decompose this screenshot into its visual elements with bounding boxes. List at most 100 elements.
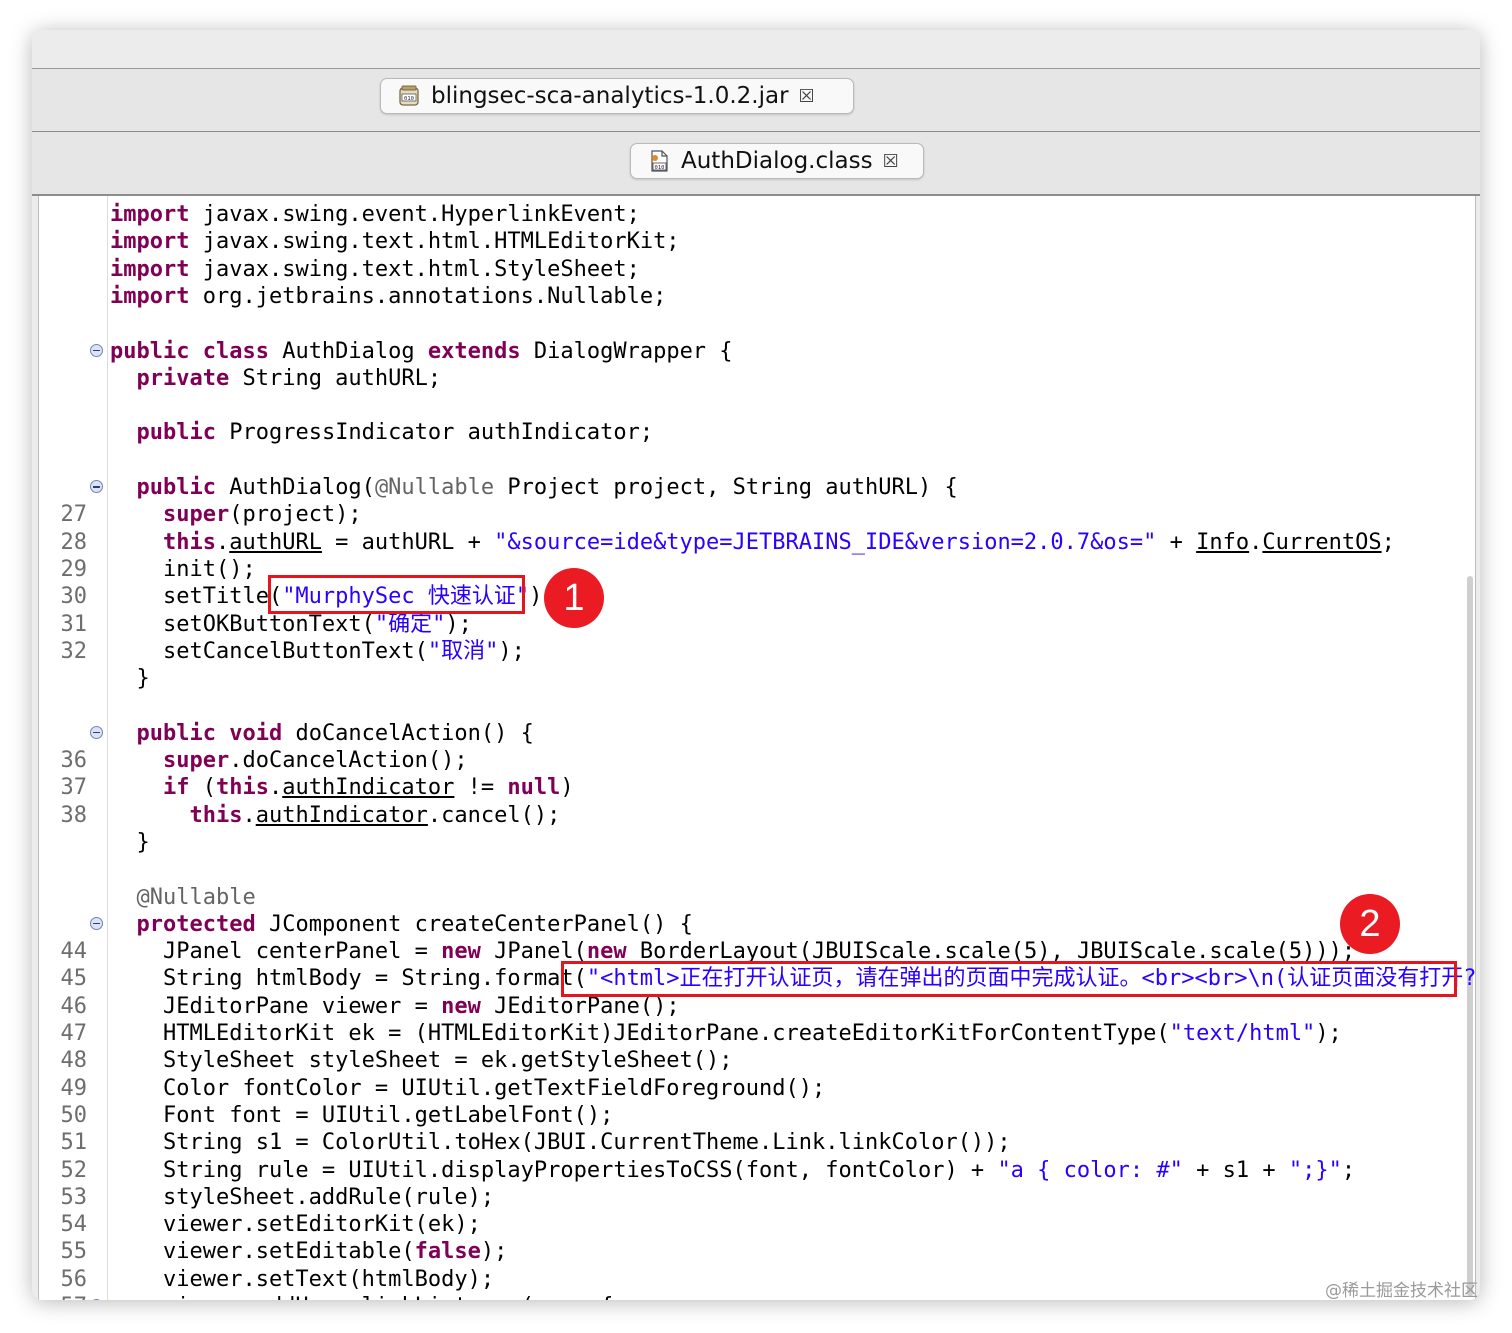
field-reference: authIndicator	[282, 775, 455, 801]
code-token: viewer.setEditorKit(ek);	[110, 1212, 481, 1238]
code-line[interactable]: 51 String s1 = ColorUtil.toHex(JBUI.Curr…	[39, 1129, 1475, 1156]
code-line[interactable]: 50 Font font = UIUtil.getLabelFont();	[39, 1102, 1475, 1129]
code-token: javax.swing.text.html.HTMLEditorKit;	[189, 229, 680, 255]
code-line[interactable]: public ProgressIndicator authIndicator;	[39, 419, 1475, 446]
line-number: 49	[60, 1075, 88, 1101]
code-line[interactable]: 49 Color fontColor = UIUtil.getTextField…	[39, 1075, 1475, 1102]
code-line[interactable]: 30 setTitle("MurphySec 快速认证");	[39, 583, 1475, 610]
code-text: }	[110, 829, 149, 856]
code-token: viewer.setEditable(	[110, 1239, 415, 1265]
string-literal: "取消"	[427, 638, 499, 664]
code-line[interactable]: import javax.swing.text.html.HTMLEditorK…	[39, 228, 1475, 255]
code-line[interactable]: private String authURL;	[39, 365, 1475, 392]
code-line[interactable]: 47 HTMLEditorKit ek = (HTMLEditorKit)JEd…	[39, 1020, 1475, 1047]
code-text: import javax.swing.text.html.HTMLEditorK…	[110, 228, 680, 255]
tab-authdialog-class[interactable]: 010 AuthDialog.class ☒	[630, 143, 924, 179]
close-icon[interactable]: ☒	[883, 151, 899, 172]
code-line[interactable]: 53 styleSheet.addRule(rule);	[39, 1184, 1475, 1211]
code-token: doCancelAction() {	[282, 720, 534, 746]
code-line[interactable]: 57 viewer.addHyperlinkListener(e -> {	[39, 1293, 1475, 1300]
code-line[interactable]: 52 String rule = UIUtil.displayPropertie…	[39, 1157, 1475, 1184]
code-token: = authURL +	[321, 529, 495, 555]
string-literal: "text/html"	[1169, 1021, 1316, 1046]
highlight-box-settitle	[268, 575, 525, 614]
code-line[interactable]: import org.jetbrains.annotations.Nullabl…	[39, 283, 1475, 310]
line-number: 56	[60, 1266, 88, 1292]
inner-tab-bar: 010 AuthDialog.class ☒	[32, 132, 1480, 196]
keyword-token: this	[215, 775, 269, 801]
field-reference: authIndicator	[255, 802, 428, 828]
code-line[interactable]: 28 this.authURL = authURL + "&source=ide…	[39, 529, 1475, 556]
code-line[interactable]: public void doCancelAction() {	[39, 720, 1475, 747]
keyword-token: new	[441, 939, 481, 965]
code-line[interactable]: 38 this.authIndicator.cancel();	[39, 802, 1475, 829]
code-text: this.authURL = authURL + "&source=ide&ty…	[110, 529, 1395, 556]
code-token: org.jetbrains.annotations.Nullable;	[189, 283, 667, 309]
code-text: viewer.setEditorKit(ek);	[110, 1211, 481, 1238]
tab-jar-label: blingsec-sca-analytics-1.0.2.jar	[431, 83, 789, 109]
code-token: String s1 = ColorUtil.toHex(JBUI.Current…	[110, 1130, 1011, 1156]
fold-toggle-icon[interactable]	[90, 725, 103, 739]
code-text: Font font = UIUtil.getLabelFont();	[110, 1102, 613, 1129]
fold-toggle-icon[interactable]	[90, 343, 103, 357]
code-line[interactable]: }	[39, 829, 1475, 856]
code-editor[interactable]: import javax.swing.event.HyperlinkEvent;…	[38, 196, 1476, 1300]
code-token: );	[498, 638, 525, 664]
code-line[interactable]: 32 setCancelButtonText("取消");	[39, 638, 1475, 665]
keyword-token: import	[110, 283, 190, 309]
code-token: Font font = UIUtil.getLabelFont();	[110, 1102, 614, 1128]
code-text: HTMLEditorKit ek = (HTMLEditorKit)JEdito…	[110, 1020, 1342, 1047]
line-number: 46	[60, 993, 88, 1019]
code-token: !=	[454, 775, 508, 801]
string-literal: ";}"	[1288, 1157, 1342, 1183]
line-number: 47	[60, 1021, 88, 1046]
code-line[interactable]: 31 setOKButtonText("确定");	[39, 611, 1475, 638]
code-text: StyleSheet styleSheet = ek.getStyleSheet…	[110, 1047, 733, 1074]
line-number: 57	[39, 1293, 88, 1300]
code-line[interactable]: protected JComponent createCenterPanel()…	[39, 911, 1475, 938]
line-number: 28	[60, 529, 88, 555]
line-number: 29	[60, 556, 88, 582]
code-text: styleSheet.addRule(rule);	[110, 1184, 494, 1211]
code-line[interactable]: }	[39, 665, 1475, 692]
keyword-token: new	[441, 993, 481, 1019]
code-line[interactable]: 54 viewer.setEditorKit(ek);	[39, 1211, 1475, 1238]
code-line[interactable]: @Nullable	[39, 884, 1475, 911]
annotation-badge-1: 1	[544, 568, 604, 628]
code-token: ;	[1341, 1157, 1356, 1183]
line-number: 37	[60, 775, 88, 801]
code-text: public void doCancelAction() {	[110, 720, 534, 747]
line-number: 53	[60, 1184, 88, 1210]
ide-window: 010 blingsec-sca-analytics-1.0.2.jar ☒ 0…	[32, 30, 1480, 1300]
code-line[interactable]: 55 viewer.setEditable(false);	[39, 1238, 1475, 1265]
close-icon[interactable]: ☒	[799, 86, 815, 107]
fold-toggle-icon[interactable]	[90, 916, 103, 930]
annotation-badge-2: 2	[1340, 894, 1400, 954]
code-token: (project);	[229, 502, 362, 528]
fold-toggle-icon[interactable]	[90, 480, 103, 493]
code-line[interactable]: 56 viewer.setText(htmlBody);	[39, 1266, 1475, 1293]
tab-jar[interactable]: 010 blingsec-sca-analytics-1.0.2.jar ☒	[380, 78, 854, 114]
code-token: javax.swing.text.html.StyleSheet;	[189, 256, 640, 282]
line-number: 50	[60, 1102, 88, 1128]
fold-toggle-icon[interactable]	[90, 1299, 103, 1300]
code-line[interactable]: 37 if (this.authIndicator != null)	[39, 774, 1475, 801]
string-literal: "&source=ide&type=JETBRAINS_IDE&version=…	[494, 529, 1157, 555]
code-line[interactable]: public class AuthDialog extends DialogWr…	[39, 338, 1475, 365]
code-line[interactable]: import javax.swing.text.html.StyleSheet;	[39, 256, 1475, 283]
code-line[interactable]: 27 super(project);	[39, 501, 1475, 528]
code-line[interactable]: 36 super.doCancelAction();	[39, 747, 1475, 774]
code-token: }	[110, 666, 150, 692]
code-line[interactable]: import javax.swing.event.HyperlinkEvent;	[39, 201, 1475, 228]
keyword-token: public	[136, 475, 216, 500]
code-text: viewer.addHyperlinkListener(e -> {	[110, 1293, 613, 1300]
line-number: 44	[60, 939, 88, 965]
code-line[interactable]: 48 StyleSheet styleSheet = ek.getStyleSh…	[39, 1047, 1475, 1074]
code-line[interactable]: public AuthDialog(@Nullable Project proj…	[39, 474, 1475, 501]
code-token: .doCancelAction();	[229, 748, 468, 773]
code-line[interactable]: 29 init();	[39, 556, 1475, 583]
code-text: super(project);	[110, 501, 362, 528]
